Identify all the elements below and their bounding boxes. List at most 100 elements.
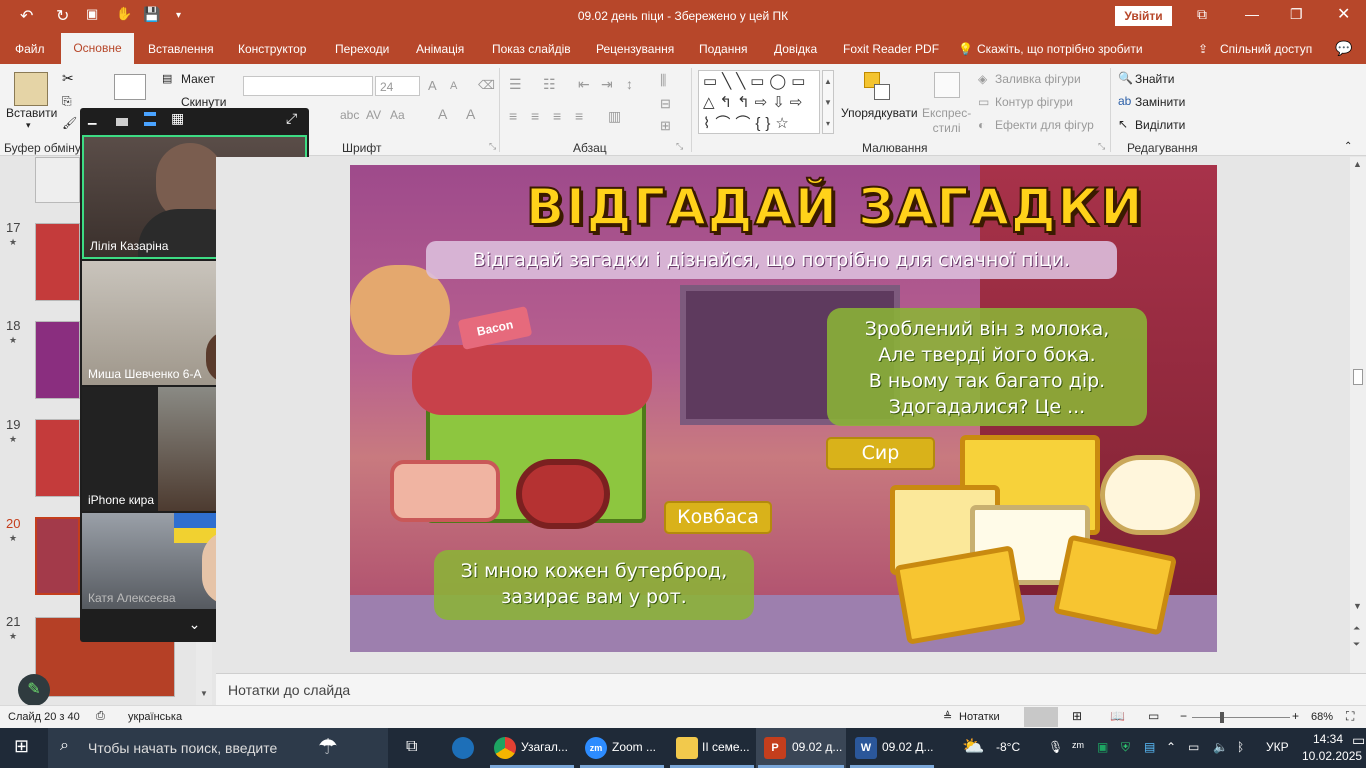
align-right-icon[interactable]: ≡ (553, 108, 561, 124)
network-icon[interactable]: ▭ (1188, 740, 1199, 754)
taskbar-app-powerpoint[interactable]: 09.02 д... (792, 740, 842, 754)
restore-icon[interactable]: ❐ (1290, 6, 1303, 23)
zoom-tray-icon[interactable]: zm (1072, 740, 1084, 750)
copy-icon[interactable]: ⎘ (62, 94, 72, 109)
tray-app-icon[interactable]: ▣ (1097, 740, 1108, 754)
line-spacing-icon[interactable]: ↕ (626, 76, 633, 92)
font-color-b-icon[interactable]: A (466, 106, 475, 122)
arrange-icon[interactable] (864, 72, 892, 102)
comments-icon[interactable]: 💬 (1335, 40, 1352, 57)
quick-styles-button[interactable]: Експрес- стилі (922, 106, 971, 136)
bluetooth-icon[interactable]: ᛒ (1237, 740, 1244, 754)
tab-transitions[interactable]: Переходи (335, 42, 389, 56)
char-spacing-icon[interactable]: AV (366, 108, 381, 122)
ribbon-display-icon[interactable]: ⧉ (1197, 6, 1207, 23)
scroll-down-icon[interactable]: ▼ (200, 689, 208, 698)
increase-indent-icon[interactable]: ⇥ (601, 76, 613, 93)
shrink-font-icon[interactable]: A (450, 80, 457, 92)
previous-slide-icon[interactable]: ⏶ (1353, 623, 1360, 634)
minimize-video-icon[interactable]: ▁ (88, 112, 102, 126)
taskbar-app-explorer[interactable]: II семе... (702, 740, 750, 754)
side-by-side-icon[interactable] (144, 112, 156, 126)
scroll-thumb[interactable] (1353, 369, 1363, 385)
slide-thumbnail[interactable] (35, 419, 80, 497)
shape-effects-button[interactable]: Ефекти для фігур (995, 118, 1094, 132)
tab-animations[interactable]: Анімація (416, 42, 464, 56)
new-slide-icon[interactable] (114, 74, 146, 100)
minimize-icon[interactable]: — (1245, 6, 1259, 22)
chevron-up-icon[interactable]: ⌃ (1166, 740, 1176, 754)
tab-insert[interactable]: Вставлення (148, 42, 214, 56)
gallery-view-icon[interactable]: ▦ (171, 110, 184, 127)
clock-time[interactable]: 14:34 (1313, 732, 1343, 746)
align-left-icon[interactable]: ≡ (509, 108, 517, 124)
paragraph-dialog-icon[interactable]: ⤡ (676, 141, 683, 152)
font-size-field[interactable]: 24 (375, 76, 420, 96)
expand-icon[interactable]: ⤢ (286, 110, 297, 127)
answer-sausage-button[interactable]: Ковбаса (664, 501, 772, 534)
reading-view-icon[interactable]: 📖 (1110, 709, 1125, 723)
share-button[interactable]: Спільний доступ (1220, 42, 1312, 56)
shapes-scroll[interactable]: ▲ ▼ ▾ (822, 70, 834, 134)
powerpoint-icon[interactable]: P (764, 737, 786, 759)
paste-dropdown-icon[interactable]: ▾ (26, 120, 31, 131)
clock-date[interactable]: 10.02.2025 (1302, 749, 1362, 763)
slide-20[interactable]: ВІДГАДАЙ ЗАГАДКИ Відгадай загадки і дізн… (350, 165, 1217, 652)
zoom-slider-thumb[interactable] (1220, 712, 1224, 723)
tab-slideshow[interactable]: Показ слайдів (492, 42, 571, 56)
font-name-field[interactable] (243, 76, 373, 96)
task-view-icon[interactable]: ⧉ (406, 738, 417, 756)
next-slide-icon[interactable]: ⏷ (1353, 639, 1360, 650)
shapes-gallery[interactable]: ▭╲╲▭◯▭ △↰↰⇨⇩⇨ ⌇⌒⌒{}☆ (698, 70, 820, 134)
zoom-app-icon[interactable]: zm (585, 737, 607, 759)
pen-icon[interactable]: ✎ (18, 674, 50, 706)
decrease-indent-icon[interactable]: ⇤ (578, 76, 590, 93)
font-color-icon[interactable]: A (438, 106, 447, 122)
microphone-icon[interactable]: 🎙 (1048, 740, 1063, 754)
windows-start-icon[interactable]: ⊞ (14, 736, 29, 757)
tab-home[interactable]: Основне (61, 33, 134, 64)
security-icon[interactable]: ⛨ (1121, 740, 1130, 755)
format-painter-icon[interactable]: 🖌 (62, 116, 77, 130)
tab-foxit[interactable]: Foxit Reader PDF (843, 42, 939, 56)
single-video-icon[interactable] (116, 118, 128, 126)
signin-button[interactable]: Увійти (1115, 6, 1172, 26)
slide-thumbnail[interactable] (35, 223, 80, 301)
replace-button[interactable]: Замінити (1135, 95, 1185, 109)
zoom-slider[interactable] (1192, 717, 1290, 718)
zoom-in-icon[interactable]: + (1292, 709, 1299, 723)
paste-button[interactable]: Вставити (6, 106, 57, 120)
tab-view[interactable]: Подання (699, 42, 747, 56)
slide-sorter-icon[interactable]: ⊞ (1072, 709, 1082, 723)
arrange-button[interactable]: Упорядкувати (841, 106, 918, 120)
close-icon[interactable]: ✕ (1337, 4, 1350, 24)
justify-icon[interactable]: ≡ (575, 108, 583, 124)
word-icon[interactable]: W (855, 737, 877, 759)
grow-font-icon[interactable]: A (428, 78, 437, 93)
font-dialog-icon[interactable]: ⤡ (489, 141, 496, 152)
language-indicator[interactable]: українська (128, 711, 182, 723)
volume-icon[interactable]: 🔈 (1213, 740, 1228, 754)
text-direction-icon[interactable]: ⫼ (660, 72, 666, 89)
strikethrough-icon[interactable]: abc (340, 108, 359, 122)
tab-review[interactable]: Рецензування (596, 42, 674, 56)
tray-app-icon[interactable]: ▤ (1144, 740, 1155, 754)
select-button[interactable]: Виділити (1135, 118, 1185, 132)
notes-toggle-button[interactable]: Нотатки (959, 711, 1000, 723)
paste-icon[interactable] (14, 72, 48, 106)
slide-thumbnail[interactable] (35, 157, 80, 203)
taskbar-search[interactable]: ⌕ Чтобы начать поиск, введите ☂ (48, 728, 388, 768)
find-button[interactable]: Знайти (1135, 72, 1174, 86)
shape-fill-button[interactable]: Заливка фігури (995, 72, 1081, 86)
slide-scrollbar[interactable]: ▲ ▼ ⏶ ⏷ (1350, 157, 1366, 673)
slideshow-icon[interactable]: ▭ (1148, 709, 1159, 723)
taskbar-app-word[interactable]: 09.02 Д... (882, 740, 934, 754)
notifications-icon[interactable]: ▭ (1352, 732, 1365, 749)
edge-icon[interactable] (452, 737, 474, 759)
numbering-icon[interactable]: ☷ (543, 76, 556, 93)
answer-cheese-button[interactable]: Сир (826, 437, 935, 470)
cut-icon[interactable]: ✂ (62, 70, 74, 87)
notes-pane[interactable]: Нотатки до слайда (216, 673, 1366, 705)
tab-help[interactable]: Довідка (774, 42, 817, 56)
reset-button[interactable]: Скинути (181, 95, 226, 109)
